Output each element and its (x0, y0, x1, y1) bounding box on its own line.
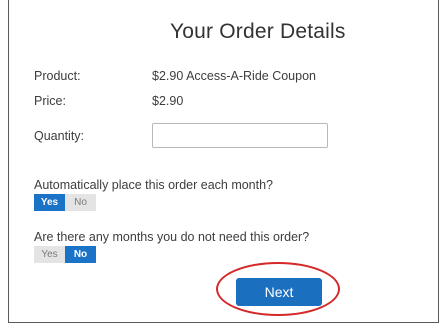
next-button[interactable]: Next (236, 278, 322, 306)
skip-months-question: Are there any months you do not need thi… (34, 230, 310, 244)
auto-order-question: Automatically place this order each mont… (34, 178, 274, 192)
quantity-label: Quantity: (34, 129, 85, 143)
auto-order-no-button[interactable]: No (65, 194, 96, 211)
product-value: $2.90 Access-A-Ride Coupon (152, 69, 316, 83)
skip-months-yes-button[interactable]: Yes (34, 246, 65, 263)
auto-order-toggle: Yes No (34, 194, 96, 211)
product-label: Product: (34, 69, 81, 83)
price-label: Price: (34, 94, 66, 108)
quantity-input[interactable] (152, 123, 328, 148)
auto-order-yes-button[interactable]: Yes (34, 194, 65, 211)
page-title: Your Order Details (170, 20, 346, 43)
price-value: $2.90 (152, 94, 184, 108)
order-details-panel (8, 0, 439, 323)
skip-months-toggle: Yes No (34, 246, 96, 263)
skip-months-no-button[interactable]: No (65, 246, 96, 263)
